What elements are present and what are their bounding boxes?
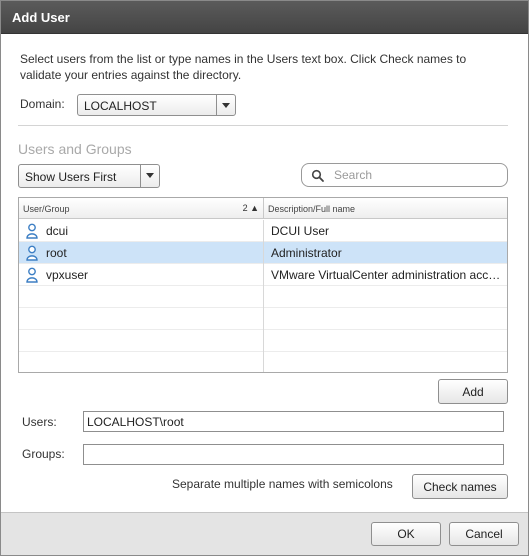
- ok-button[interactable]: OK: [371, 522, 441, 546]
- table-row[interactable]: vpxuser VMware VirtualCenter administrat…: [19, 264, 507, 286]
- groups-label: Groups:: [22, 447, 65, 461]
- column-header-description[interactable]: Description/Full name: [264, 198, 507, 219]
- add-button[interactable]: Add: [438, 379, 508, 404]
- groups-input[interactable]: [83, 444, 504, 465]
- empty-row: [19, 330, 507, 352]
- row-description: VMware VirtualCenter administration acco…: [271, 268, 503, 282]
- users-table: User/Group 2 ▲ Description/Full name dcu…: [18, 197, 508, 373]
- row-user-name: root: [46, 246, 67, 260]
- column-header-user-group[interactable]: User/Group 2 ▲: [19, 198, 264, 219]
- chevron-down-icon[interactable]: [140, 165, 159, 187]
- user-icon: [26, 245, 38, 261]
- chevron-down-icon[interactable]: [216, 95, 235, 115]
- dialog-titlebar[interactable]: Add User: [1, 1, 528, 34]
- user-icon: [26, 223, 38, 239]
- search-box[interactable]: [301, 163, 508, 187]
- separator-hint: Separate multiple names with semicolons: [172, 477, 393, 491]
- cancel-button[interactable]: Cancel: [449, 522, 519, 546]
- domain-select[interactable]: LOCALHOST: [77, 94, 236, 116]
- row-user-name: vpxuser: [46, 268, 89, 282]
- table-row[interactable]: dcui DCUI User: [19, 220, 507, 242]
- filter-select[interactable]: Show Users First: [18, 164, 160, 188]
- divider: [18, 125, 508, 126]
- table-header: User/Group 2 ▲ Description/Full name: [19, 198, 507, 219]
- dialog-footer: OK Cancel: [1, 512, 528, 555]
- user-icon: [26, 267, 38, 283]
- dialog-title: Add User: [12, 10, 70, 25]
- users-input[interactable]: [83, 411, 504, 432]
- row-user-name: dcui: [46, 224, 69, 238]
- instructions-text: Select users from the list or type names…: [20, 52, 467, 82]
- users-and-groups-title: Users and Groups: [18, 141, 132, 157]
- empty-row: [19, 308, 507, 330]
- table-row-selected[interactable]: root Administrator: [19, 242, 507, 264]
- filter-select-value: Show Users First: [25, 170, 117, 184]
- sort-indicator: 2 ▲: [242, 203, 259, 213]
- empty-row: [19, 352, 507, 372]
- row-description: DCUI User: [271, 224, 330, 238]
- add-user-dialog: Add User Select users from the list or t…: [0, 0, 529, 556]
- users-label: Users:: [22, 415, 57, 429]
- empty-row: [19, 286, 507, 308]
- check-names-button[interactable]: Check names: [412, 474, 508, 499]
- search-input[interactable]: [332, 166, 502, 184]
- row-description: Administrator: [271, 246, 342, 260]
- search-icon: [311, 169, 324, 182]
- domain-select-value: LOCALHOST: [84, 99, 157, 113]
- domain-label: Domain:: [20, 97, 65, 111]
